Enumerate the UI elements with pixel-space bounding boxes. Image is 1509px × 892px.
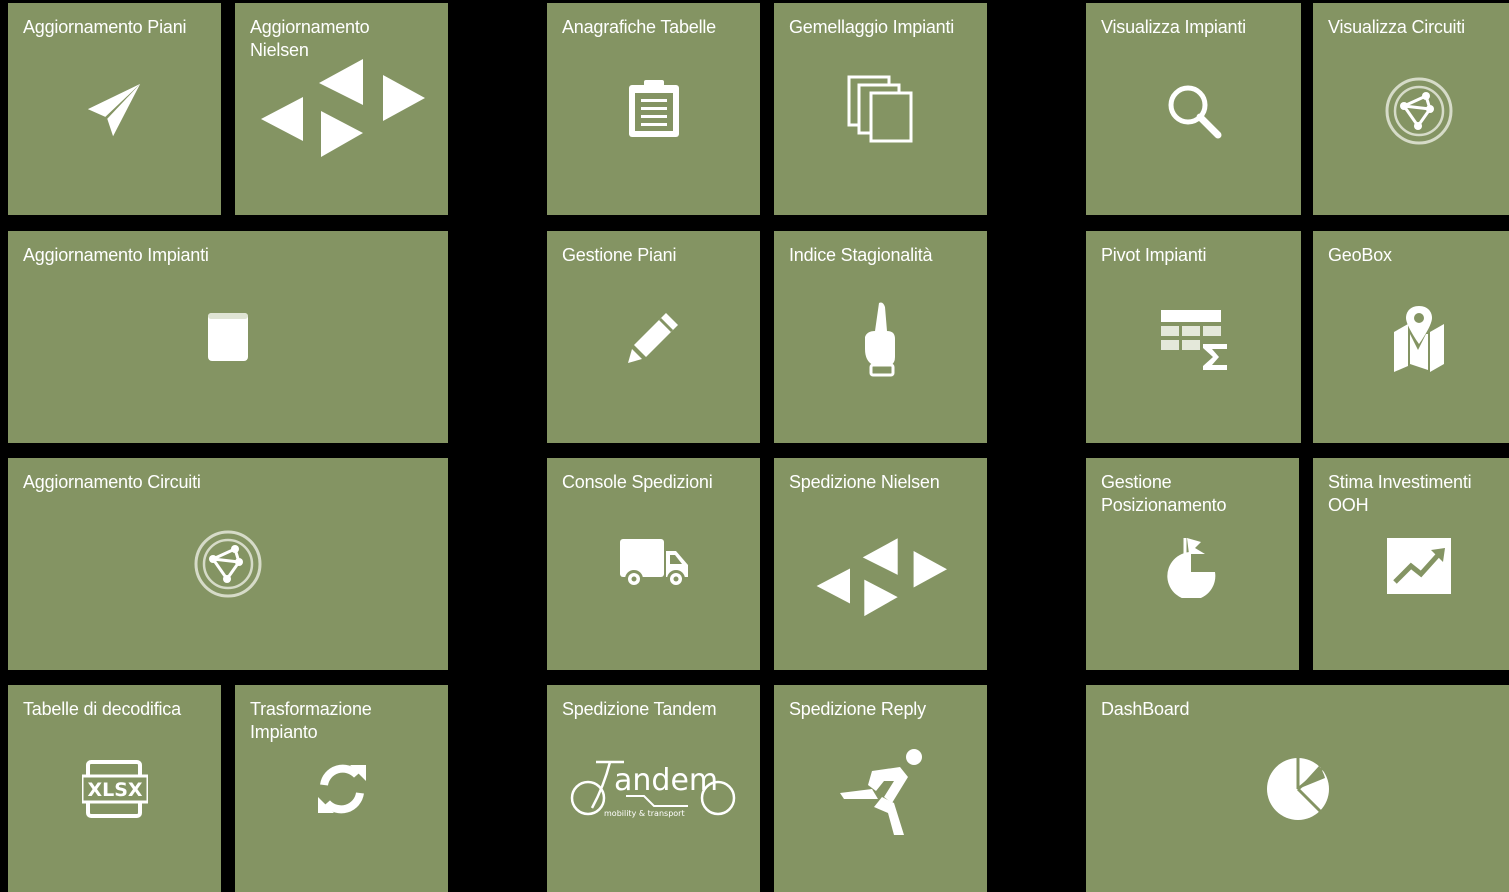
tile-geobox[interactable]: GeoBox <box>1313 231 1509 443</box>
refresh-icon <box>314 761 370 817</box>
tile-aggiornamento-impianti[interactable]: Aggiornamento Impianti <box>8 231 448 443</box>
tile-label: Gemellaggio Impianti <box>789 17 955 37</box>
nielsen-arrows-icon <box>259 59 425 159</box>
tile-spedizione-tandem[interactable]: Spedizione Tandem andem mobility & trans… <box>547 685 760 892</box>
tile-label: Pivot Impianti <box>1101 245 1207 265</box>
tile-label: Visualizza Circuiti <box>1328 17 1465 37</box>
tile-dashboard[interactable]: DashBoard <box>1086 685 1509 892</box>
circuit-network-icon <box>1384 76 1454 146</box>
tile-label: Anagrafiche Tabelle <box>562 17 716 37</box>
tile-visualizza-impianti[interactable]: Visualizza Impianti <box>1086 3 1301 215</box>
tile-pivot-impianti[interactable]: Pivot Impianti <box>1086 231 1301 443</box>
tandem-logo-text: andem <box>614 763 718 798</box>
pie-flag-icon <box>1165 534 1221 598</box>
tile-label: Console Spedizioni <box>562 472 713 492</box>
search-icon <box>1166 83 1222 139</box>
tile-label: Trasformazione Impianto <box>250 699 372 742</box>
tile-trasformazione-impianto[interactable]: Trasformazione Impianto <box>235 685 448 892</box>
tile-indice-stagionalita[interactable]: Indice Stagionalità <box>774 231 987 443</box>
tile-label: Spedizione Tandem <box>562 699 717 719</box>
tandem-logo-icon: andem mobility & transport <box>568 756 740 822</box>
tile-label: Spedizione Reply <box>789 699 926 719</box>
tile-stima-investimenti[interactable]: Stima Investimenti OOH <box>1313 458 1509 670</box>
pointing-hand-icon <box>861 301 901 377</box>
tile-label: Spedizione Nielsen <box>789 472 940 492</box>
xlsx-file-icon: XLSX <box>81 759 148 818</box>
tile-label: Gestione Posizionamento <box>1101 472 1227 515</box>
tile-label: DashBoard <box>1101 699 1190 719</box>
book-icon <box>206 311 250 363</box>
tile-gestione-posizionamento[interactable]: Gestione Posizionamento <box>1086 458 1299 670</box>
tile-gemellaggio-impianti[interactable]: Gemellaggio Impianti <box>774 3 987 215</box>
truck-icon <box>618 537 690 591</box>
tandem-logo-subtext: mobility & transport <box>604 809 685 818</box>
tile-label: Stima Investimenti OOH <box>1328 472 1472 515</box>
pencil-icon <box>626 309 682 365</box>
paper-plane-icon <box>84 80 146 142</box>
tile-anagrafiche-tabelle[interactable]: Anagrafiche Tabelle <box>547 3 760 215</box>
tile-label: Visualizza Impianti <box>1101 17 1246 37</box>
tile-label: GeoBox <box>1328 245 1392 265</box>
map-marker-icon <box>1392 304 1446 374</box>
tile-label: Gestione Piani <box>562 245 677 265</box>
tile-spedizione-reply[interactable]: Spedizione Reply <box>774 685 987 892</box>
circuit-network-icon <box>193 529 263 599</box>
tile-visualizza-circuiti[interactable]: Visualizza Circuiti <box>1313 3 1509 215</box>
pivot-table-sum-icon <box>1159 308 1229 370</box>
tile-launcher: Aggiornamento Piani Aggiornamento Nielse… <box>0 0 1509 892</box>
tile-tabelle-decodifica[interactable]: Tabelle di decodifica XLSX <box>8 685 221 892</box>
tile-label: Aggiornamento Impianti <box>23 245 209 265</box>
tile-label: Aggiornamento Nielsen <box>250 17 370 60</box>
pie-chart-icon <box>1265 756 1331 822</box>
nielsen-arrows-icon <box>815 538 947 618</box>
tile-aggiornamento-circuiti[interactable]: Aggiornamento Circuiti <box>8 458 448 670</box>
copy-icon <box>847 75 915 143</box>
tile-label: Tabelle di decodifica <box>23 699 181 719</box>
tile-label: Aggiornamento Circuiti <box>23 472 201 492</box>
tile-label: Indice Stagionalità <box>789 245 933 265</box>
tile-aggiornamento-piani[interactable]: Aggiornamento Piani <box>8 3 221 215</box>
xlsx-text: XLSX <box>87 779 142 801</box>
trend-chart-icon <box>1385 536 1453 596</box>
tile-console-spedizioni[interactable]: Console Spedizioni <box>547 458 760 670</box>
tile-gestione-piani[interactable]: Gestione Piani <box>547 231 760 443</box>
clipboard-icon <box>627 79 681 139</box>
tile-spedizione-nielsen[interactable]: Spedizione Nielsen <box>774 458 987 670</box>
tile-aggiornamento-nielsen[interactable]: Aggiornamento Nielsen <box>235 3 448 215</box>
tile-label: Aggiornamento Piani <box>23 17 187 37</box>
running-man-icon <box>836 747 926 839</box>
